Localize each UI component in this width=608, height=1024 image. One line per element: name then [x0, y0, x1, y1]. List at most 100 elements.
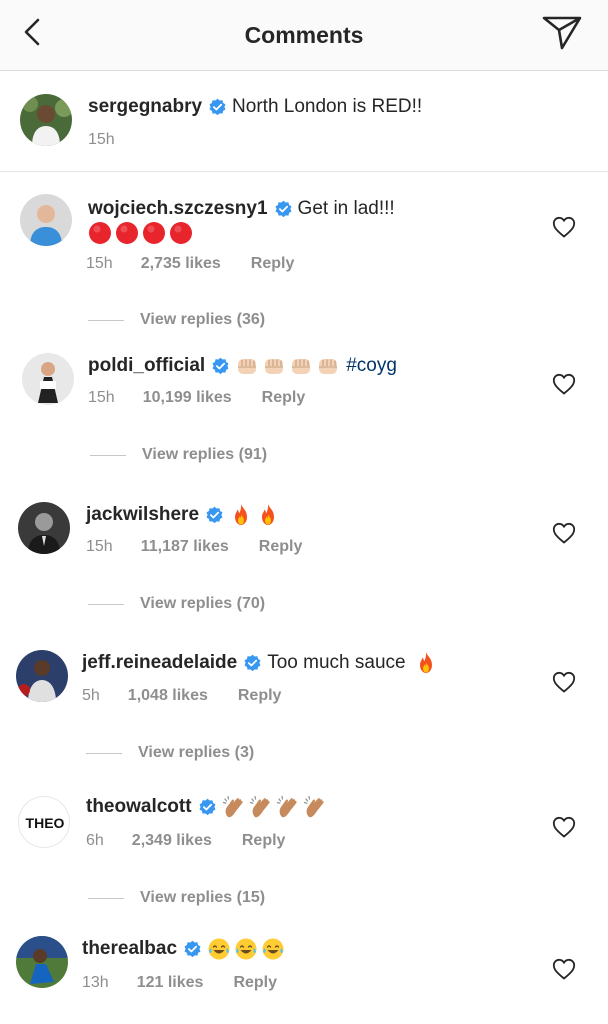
likes-count[interactable]: 2,735 likes — [141, 255, 221, 273]
verified-badge-icon — [183, 940, 202, 959]
heart-icon[interactable] — [552, 216, 576, 238]
avatar[interactable]: THEO — [18, 796, 70, 848]
reply-button[interactable]: Reply — [259, 538, 303, 556]
username[interactable]: theowalcott — [86, 796, 192, 818]
verified-badge-icon — [274, 200, 293, 219]
joy-emoji-icon — [261, 937, 285, 961]
view-replies-label: View replies (36) — [140, 311, 266, 328]
comment-text: Too much sauce — [267, 652, 406, 673]
timestamp: 15h — [86, 538, 113, 555]
caption-line: sergegnabry North London is RED!! — [88, 94, 422, 120]
avatar[interactable] — [16, 936, 68, 988]
comment-line: wojciech.szczesny1 Get in lad!!! — [88, 196, 395, 222]
timestamp: 15h — [88, 131, 115, 148]
reply-button[interactable]: Reply — [233, 974, 277, 992]
likes-count[interactable]: 10,199 likes — [143, 389, 232, 407]
clap-icon — [276, 795, 300, 819]
username[interactable]: therealbac — [82, 938, 177, 960]
timestamp: 6h — [86, 832, 104, 849]
comment-line: therealbac — [82, 936, 288, 962]
comment-item: THEO theowalcott 6h 2,349 likes Reply Vi… — [0, 786, 608, 932]
fist-icon — [289, 354, 313, 378]
avatar-logo-text: THEO — [26, 815, 65, 831]
view-replies-button[interactable]: View replies (36) — [88, 309, 265, 331]
view-replies-label: View replies (15) — [140, 889, 266, 906]
red-circle-icon — [142, 221, 166, 245]
comment-text: Get in lad!!! — [297, 198, 395, 219]
fist-icon — [262, 354, 286, 378]
reply-button[interactable]: Reply — [262, 389, 306, 407]
comment-meta: 6h 2,349 likes Reply — [86, 830, 285, 852]
joy-emoji-icon — [234, 937, 258, 961]
reply-button[interactable]: Reply — [242, 832, 286, 850]
comment-meta: 13h 121 likes Reply — [82, 972, 277, 994]
timestamp: 5h — [82, 687, 100, 704]
view-replies-button[interactable]: View replies (3) — [86, 742, 254, 764]
clap-icon — [249, 795, 273, 819]
fire-icon — [256, 503, 280, 527]
red-circle-icon — [88, 221, 112, 245]
view-replies-label: View replies (3) — [138, 744, 255, 761]
heart-icon[interactable] — [552, 816, 576, 838]
username[interactable]: wojciech.szczesny1 — [88, 198, 268, 220]
divider — [88, 319, 124, 321]
verified-badge-icon — [243, 654, 262, 673]
comment-line: theowalcott — [86, 794, 330, 820]
username[interactable]: sergegnabry — [88, 96, 202, 118]
fist-icon — [235, 354, 259, 378]
heart-icon[interactable] — [552, 958, 576, 980]
caption-meta: 15h — [88, 129, 143, 151]
fire-icon — [229, 503, 253, 527]
likes-count[interactable]: 121 likes — [137, 974, 204, 992]
hashtag-link[interactable]: #coyg — [346, 355, 397, 377]
avatar[interactable] — [22, 353, 74, 405]
joy-emoji-icon — [207, 937, 231, 961]
avatar[interactable] — [18, 502, 70, 554]
timestamp: 13h — [82, 974, 109, 991]
fire-icon — [414, 651, 438, 675]
comment-item: jackwilshere 15h 11,187 likes Reply View… — [0, 490, 608, 638]
likes-count[interactable]: 11,187 likes — [141, 538, 229, 556]
comment-meta: 15h 10,199 likes Reply — [88, 387, 305, 409]
red-circle-icon — [115, 221, 139, 245]
page-title: Comments — [244, 22, 364, 48]
verified-badge-icon — [205, 506, 224, 525]
avatar[interactable] — [20, 194, 72, 246]
comment-item: poldi_official #coyg 15h 10,199 likes Re… — [0, 340, 608, 490]
comment-line: poldi_official #coyg — [88, 353, 397, 379]
comment-meta: 15h 11,187 likes Reply — [86, 536, 302, 558]
direct-send-icon[interactable] — [540, 12, 584, 52]
username[interactable]: poldi_official — [88, 355, 205, 377]
verified-badge-icon — [198, 798, 217, 817]
avatar[interactable] — [16, 650, 68, 702]
view-replies-label: View replies (70) — [140, 595, 266, 612]
post-caption: sergegnabry North London is RED!! 15h — [0, 72, 608, 172]
avatar[interactable] — [20, 94, 72, 146]
reply-button[interactable]: Reply — [238, 687, 282, 705]
likes-count[interactable]: 2,349 likes — [132, 832, 212, 850]
comment-meta: 15h 2,735 likes Reply — [86, 253, 294, 275]
heart-icon[interactable] — [552, 373, 576, 395]
fist-icon — [316, 354, 340, 378]
reply-button[interactable]: Reply — [251, 255, 295, 273]
comment-line: jackwilshere — [86, 502, 283, 528]
divider — [88, 897, 124, 899]
view-replies-button[interactable]: View replies (70) — [88, 593, 265, 615]
comment-item: jeff.reineadelaide Too much sauce 5h 1,0… — [0, 638, 608, 786]
divider — [90, 454, 126, 456]
divider — [86, 752, 122, 754]
username[interactable]: jackwilshere — [86, 504, 199, 526]
username[interactable]: jeff.reineadelaide — [82, 652, 237, 674]
view-replies-button[interactable]: View replies (91) — [90, 444, 267, 466]
likes-count[interactable]: 1,048 likes — [128, 687, 208, 705]
caption-text: North London is RED!! — [232, 96, 423, 117]
clap-icon — [222, 795, 246, 819]
heart-icon[interactable] — [552, 671, 576, 693]
comment-line: jeff.reineadelaide Too much sauce — [82, 650, 441, 676]
verified-badge-icon — [208, 98, 227, 117]
clap-icon — [303, 795, 327, 819]
heart-icon[interactable] — [552, 522, 576, 544]
view-replies-button[interactable]: View replies (15) — [88, 887, 265, 909]
comment-item: wojciech.szczesny1 Get in lad!!! 15h 2,7… — [0, 180, 608, 340]
top-bar: Comments — [0, 0, 608, 71]
